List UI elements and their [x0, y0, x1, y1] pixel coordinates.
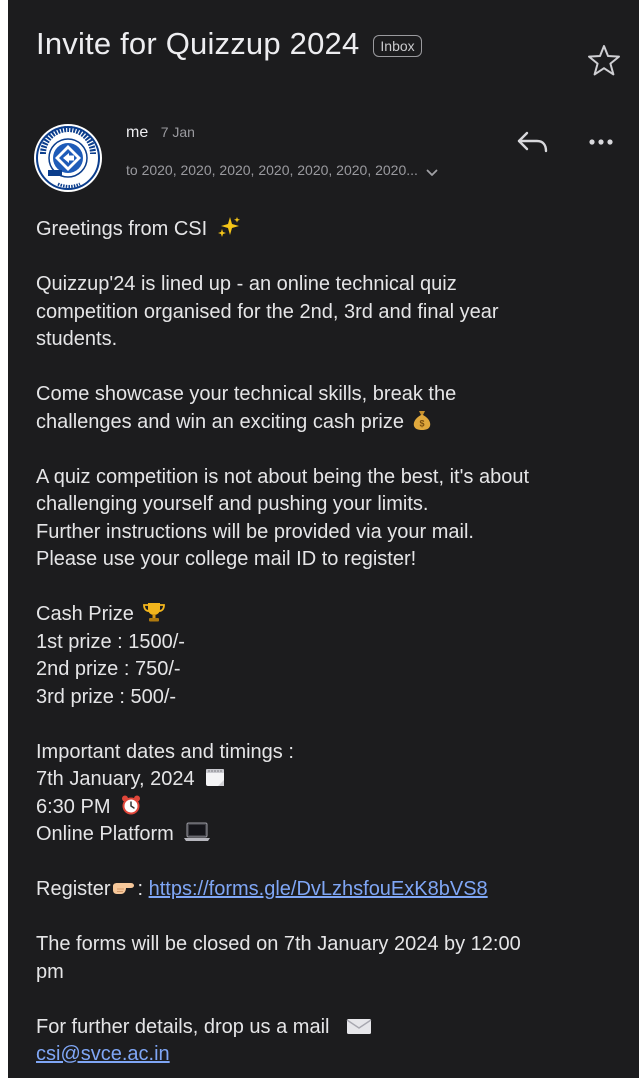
- intro-line: Quizzup'24 is lined up - an online techn…: [36, 273, 457, 295]
- showcase-paragraph: Come showcase your technical skills, bre…: [36, 381, 620, 436]
- showcase-line: challenges and win an exciting cash priz…: [36, 410, 404, 433]
- motto-line: Please use your college mail ID to regis…: [36, 548, 417, 570]
- closing-line: The forms will be closed on 7th January …: [36, 933, 521, 955]
- motto-line: challenging yourself and pushing your li…: [36, 493, 429, 515]
- registration-link[interactable]: https://forms.gle/DvLzhsfouExK8bVS8: [149, 878, 488, 900]
- reply-icon[interactable]: [515, 128, 551, 158]
- contact-email-link[interactable]: csi@svce.ac.in: [36, 1043, 170, 1065]
- laptop-icon: [184, 822, 211, 841]
- prizes-heading: Cash Prize: [36, 603, 134, 625]
- register-paragraph: Register : https://forms.gle/DvLzhsfouEx…: [36, 876, 620, 904]
- alarm-clock-icon: [122, 795, 141, 814]
- calendar-icon: [206, 769, 225, 786]
- sender-line[interactable]: me 7 Jan: [126, 124, 195, 142]
- svg-text:$: $: [419, 418, 424, 428]
- trophy-icon: [143, 603, 166, 622]
- sparkles-icon: [217, 217, 240, 237]
- star-icon[interactable]: [586, 42, 622, 78]
- email-screen: Invite for Quizzup 2024 Inbox me 7 Jan t…: [8, 0, 639, 1078]
- intro-paragraph: Quizzup'24 is lined up - an online techn…: [36, 271, 620, 354]
- prize-item: 3rd prize : 500/-: [36, 685, 177, 708]
- motto-line: Further instructions will be provided vi…: [36, 520, 474, 543]
- recipients-text: to 2020, 2020, 2020, 2020, 2020, 2020, 2…: [126, 162, 418, 178]
- prize-item: 1st prize : 1500/-: [36, 630, 185, 653]
- money-bag-icon: $: [413, 410, 430, 430]
- message-header: me 7 Jan to 2020, 2020, 2020, 2020, 2020…: [32, 118, 632, 198]
- contact-paragraph: For further details, drop us a mail csi@…: [36, 1014, 620, 1069]
- contact-text: For further details, drop us a mail: [36, 1015, 330, 1038]
- sender-name: me: [126, 124, 149, 141]
- subject-row: Invite for Quizzup 2024 Inbox: [36, 26, 422, 62]
- greeting-text: Greetings from CSI: [36, 218, 208, 240]
- intro-line: competition organised for the 2nd, 3rd a…: [36, 300, 499, 323]
- more-options-icon[interactable]: [584, 130, 618, 154]
- email-subject: Invite for Quizzup 2024: [36, 26, 360, 61]
- recipients-line[interactable]: to 2020, 2020, 2020, 2020, 2020, 2020, 2…: [126, 162, 438, 178]
- greeting-paragraph: Greetings from CSI: [36, 216, 620, 244]
- csi-logo-icon: [35, 125, 101, 191]
- motto-paragraph: A quiz competition is not about being th…: [36, 464, 620, 574]
- prize-item: 2nd prize : 750/-: [36, 658, 181, 680]
- schedule-time: 6:30 PM: [36, 795, 111, 818]
- inbox-label-chip[interactable]: Inbox: [373, 35, 422, 57]
- closing-line: pm: [36, 960, 64, 983]
- schedule-date: 7th January, 2024: [36, 768, 195, 790]
- register-label: Register: [36, 878, 111, 900]
- chevron-down-icon[interactable]: [426, 168, 438, 178]
- avatar[interactable]: [34, 124, 102, 192]
- email-body: Greetings from CSI Quizzup'24 is lined u…: [36, 216, 620, 1078]
- schedule-platform: Online Platform: [36, 823, 174, 845]
- showcase-line: Come showcase your technical skills, bre…: [36, 383, 457, 405]
- schedule-paragraph: Important dates and timings : 7th Januar…: [36, 739, 620, 849]
- prizes-paragraph: Cash Prize 1st prize : 1500/- 2nd prize …: [36, 601, 620, 711]
- pointing-hand-icon: [113, 883, 135, 894]
- closing-paragraph: The forms will be closed on 7th January …: [36, 931, 620, 986]
- schedule-heading: Important dates and timings :: [36, 740, 294, 763]
- intro-line: students.: [36, 328, 118, 350]
- register-separator: :: [137, 878, 144, 900]
- motto-line: A quiz competition is not about being th…: [36, 465, 530, 488]
- sent-date: 7 Jan: [160, 124, 195, 140]
- envelope-icon: [346, 1018, 372, 1034]
